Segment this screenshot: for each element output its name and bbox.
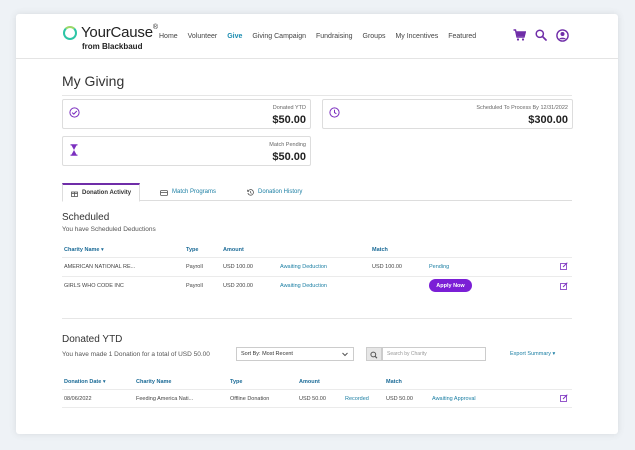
donated-row1-match-status[interactable]: Awaiting Approval [432, 396, 476, 402]
nav-fundraising[interactable]: Fundraising [316, 33, 353, 40]
col-match: Match [386, 379, 402, 385]
sched-row2-type: Payroll [186, 283, 203, 289]
scheduled-label: Scheduled To Process By 12/31/2022 [476, 105, 568, 111]
page-title: My Giving [62, 73, 125, 89]
tab-match-programs[interactable]: Match Programs [152, 183, 224, 201]
sched-row1-match: USD 100.00 [372, 264, 402, 270]
charity-search-input[interactable]: Search by Charity [382, 347, 486, 361]
donated-row1-charity: Feeding America Nati... [136, 396, 194, 402]
row-divider [62, 407, 572, 408]
sort-select[interactable]: Sort By: Most Recent [236, 347, 354, 361]
donated-title: Donated YTD [62, 334, 123, 345]
donated-row1-type: Offline Donation [230, 396, 270, 402]
top-header: YourCause® from Blackbaud Home Volunteer… [16, 14, 618, 59]
scheduled-card: Scheduled To Process By 12/31/2022 $300.… [322, 99, 573, 129]
edit-icon[interactable] [560, 394, 568, 402]
col-type: Type [230, 379, 243, 385]
export-summary-label: Export Summary [510, 351, 551, 357]
match-pending-card: Match Pending $50.00 [62, 136, 311, 166]
match-pending-value: $50.00 [272, 151, 306, 163]
nav-volunteer[interactable]: Volunteer [188, 33, 218, 40]
title-divider [62, 95, 572, 96]
tab-match-programs-label: Match Programs [172, 189, 217, 195]
cart-icon[interactable] [513, 29, 526, 41]
edit-icon[interactable] [560, 262, 568, 270]
header-divider [62, 257, 572, 258]
col-donation-date-label: Donation Date [64, 379, 102, 385]
col-type: Type [186, 247, 199, 253]
main-nav: Home Volunteer Give Giving Campaign Fund… [159, 33, 484, 40]
sched-row2-amount: USD 200.00 [223, 283, 253, 289]
tab-donation-activity[interactable]: Donation Activity [62, 183, 141, 202]
nav-give[interactable]: Give [227, 33, 242, 40]
tab-donation-history-label: Donation History [258, 189, 303, 195]
logo-subtitle: from Blackbaud [82, 42, 143, 51]
donated-row1-match: USD 50.00 [386, 396, 413, 402]
nav-featured[interactable]: Featured [448, 33, 476, 40]
user-icon[interactable] [556, 29, 569, 42]
col-match: Match [372, 247, 388, 253]
sort-desc-icon: ▾ [101, 247, 104, 253]
giving-tabs: Donation Activity Match Programs Donatio… [62, 183, 572, 202]
chevron-down-icon [342, 352, 348, 357]
logo-ring-icon [63, 26, 77, 40]
section-divider [62, 318, 572, 319]
search-button[interactable] [366, 347, 382, 361]
tab-donation-history[interactable]: Donation History [239, 183, 310, 201]
donated-ytd-value: $50.00 [272, 114, 306, 126]
sort-select-value: Sort By: Most Recent [241, 351, 293, 357]
sched-row2-status[interactable]: Awaiting Deduction [280, 283, 327, 289]
clock-icon [329, 107, 340, 118]
scheduled-title: Scheduled [62, 212, 110, 223]
donated-subtitle: You have made 1 Donation for a total of … [62, 351, 210, 358]
col-donation-date[interactable]: Donation Date ▾ [64, 379, 106, 385]
tab-donation-activity-label: Donation Activity [82, 190, 132, 196]
scheduled-subtitle: You have Scheduled Deductions [62, 226, 156, 233]
donated-row1-status[interactable]: Recorded [345, 396, 369, 402]
sched-row1-amount: USD 100.00 [223, 264, 253, 270]
sched-row1-status[interactable]: Awaiting Deduction [280, 264, 327, 270]
col-charity-name[interactable]: Charity Name ▾ [64, 247, 104, 253]
header-divider [62, 389, 572, 390]
sched-row1-charity: AMERICAN NATIONAL RE... [64, 264, 136, 270]
col-amount: Amount [223, 247, 244, 253]
scheduled-value: $300.00 [528, 114, 568, 126]
gift-icon [71, 191, 78, 197]
nav-my-incentives[interactable]: My Incentives [395, 33, 438, 40]
donated-row1-amount: USD 50.00 [299, 396, 326, 402]
donated-row1-date: 08/06/2022 [64, 396, 92, 402]
check-circle-icon [69, 107, 80, 118]
sched-row1-match-status[interactable]: Pending [429, 264, 449, 270]
col-charity-name-label: Charity Name [64, 247, 100, 253]
caret-down-icon: ▾ [552, 351, 556, 357]
sched-row2-charity: GIRLS WHO CODE INC [64, 283, 124, 289]
donated-ytd-card: Donated YTD $50.00 [62, 99, 311, 129]
sort-desc-icon: ▾ [102, 379, 106, 385]
search-icon [370, 351, 378, 359]
sched-row1-type: Payroll [186, 264, 203, 270]
logo-text: YourCause [81, 24, 153, 41]
apply-now-button[interactable]: Apply Now [429, 279, 472, 292]
match-icon [160, 189, 168, 196]
history-icon [247, 188, 254, 196]
app-window: YourCause® from Blackbaud Home Volunteer… [16, 14, 618, 434]
search-icon[interactable] [535, 29, 547, 41]
edit-icon[interactable] [560, 282, 568, 290]
row-divider [62, 276, 572, 277]
logo-registered-mark: ® [152, 24, 158, 31]
match-pending-label: Match Pending [269, 142, 306, 148]
col-charity-name: Charity Name [136, 379, 172, 385]
donated-ytd-label: Donated YTD [272, 105, 306, 111]
export-summary-button[interactable]: Export Summary ▾ [510, 351, 555, 357]
hourglass-icon [70, 144, 78, 156]
nav-home[interactable]: Home [159, 33, 178, 40]
col-amount: Amount [299, 379, 320, 385]
nav-groups[interactable]: Groups [363, 33, 386, 40]
nav-giving-campaign[interactable]: Giving Campaign [252, 33, 306, 40]
